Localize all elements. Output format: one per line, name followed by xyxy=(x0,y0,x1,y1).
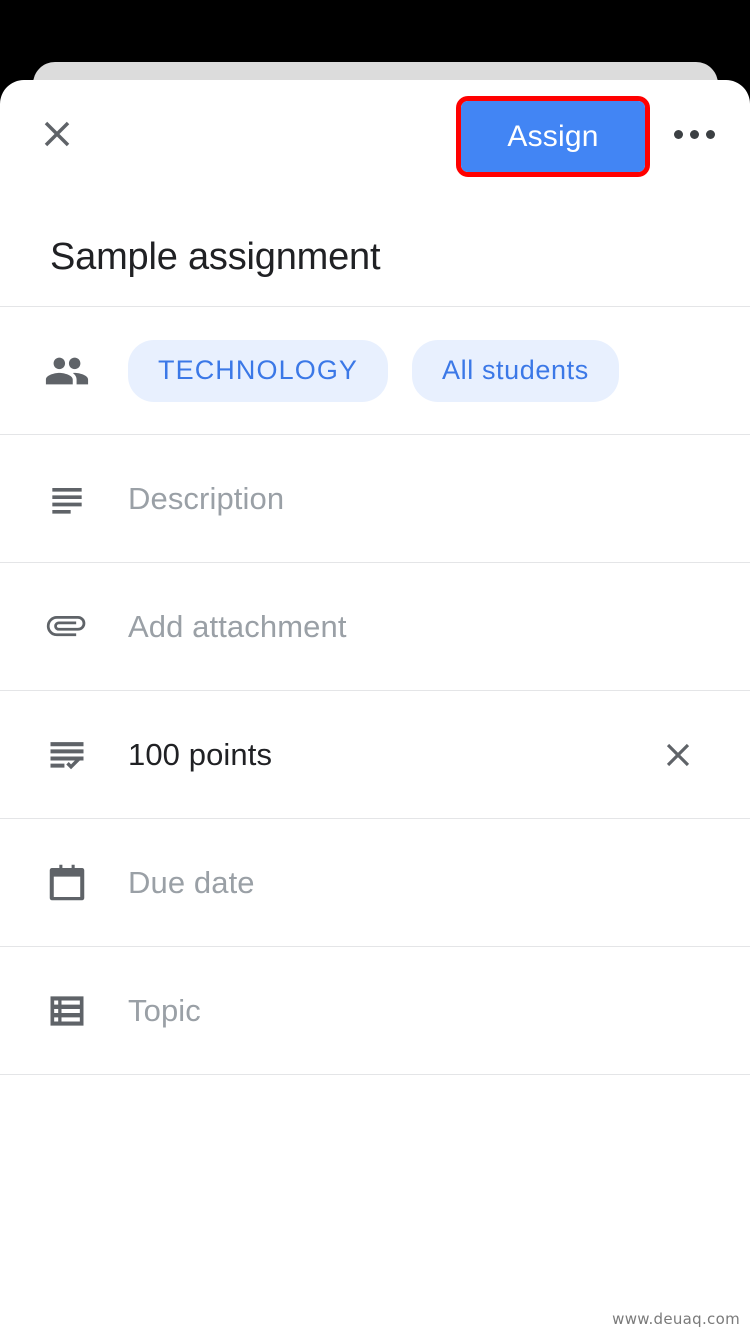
clear-points-button[interactable] xyxy=(650,727,706,783)
row-topic[interactable]: Topic xyxy=(0,947,750,1075)
row-due-date[interactable]: Due date xyxy=(0,819,750,947)
attachment-label: Add attachment xyxy=(128,608,347,644)
grading-icon xyxy=(0,691,128,818)
chip-class[interactable]: TECHNOLOGY xyxy=(128,339,389,402)
assignment-bottom-sheet: Assign Sample assignment TECHNOLOGY All … xyxy=(0,80,750,1334)
people-icon xyxy=(0,307,128,434)
row-attachment[interactable]: Add attachment xyxy=(0,563,750,691)
close-icon xyxy=(36,113,78,155)
topic-label: Topic xyxy=(128,992,201,1028)
description-label: Description xyxy=(128,480,285,516)
row-audience[interactable]: TECHNOLOGY All students xyxy=(0,307,750,435)
more-options-icon-dot3 xyxy=(705,129,715,139)
calendar-icon xyxy=(0,819,128,946)
close-button[interactable] xyxy=(33,110,81,158)
subject-icon xyxy=(0,435,128,562)
chip-students[interactable]: All students xyxy=(412,339,619,402)
assign-button-highlight: Assign xyxy=(456,96,650,177)
row-points[interactable]: 100 points xyxy=(0,691,750,819)
assign-button[interactable]: Assign xyxy=(461,101,645,172)
points-value: 100 points xyxy=(128,736,273,772)
audience-chip-group: TECHNOLOGY All students xyxy=(128,339,722,402)
due-date-label: Due date xyxy=(128,864,255,900)
more-options-icon-dot2 xyxy=(689,129,699,139)
sheet-toolbar: Assign xyxy=(0,80,750,208)
assignment-title-row[interactable]: Sample assignment xyxy=(0,208,750,307)
paperclip-icon xyxy=(0,563,128,690)
watermark: www.deuaq.com xyxy=(612,1310,740,1328)
list-icon xyxy=(0,947,128,1074)
clear-icon xyxy=(659,736,697,774)
more-options-button[interactable] xyxy=(668,112,720,156)
more-options-icon xyxy=(673,129,683,139)
row-description[interactable]: Description xyxy=(0,435,750,563)
page-title: Sample assignment xyxy=(50,235,381,278)
